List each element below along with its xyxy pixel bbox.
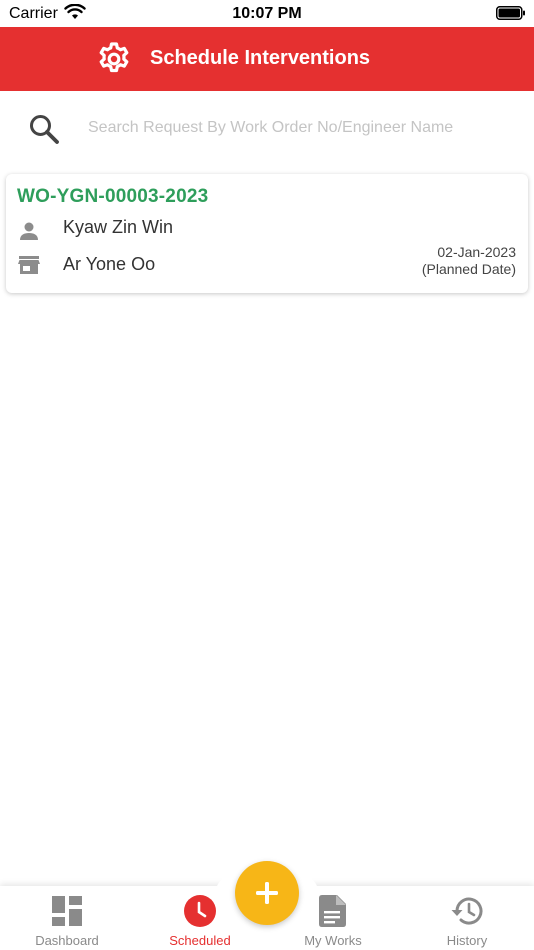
page-title: Schedule Interventions: [150, 47, 371, 69]
nav-item-dashboard[interactable]: Dashboard: [17, 886, 117, 950]
clock-icon: [184, 895, 216, 927]
nav-label-history: History: [446, 933, 488, 948]
person-icon: [20, 222, 38, 240]
nav-label-scheduled: Scheduled: [169, 933, 231, 948]
dashboard-icon: [52, 896, 82, 926]
nav-item-history[interactable]: History: [417, 886, 517, 950]
work-order-number: WO-YGN-00003-2023: [17, 186, 209, 207]
site-name: Ar Yone Oo: [63, 254, 156, 274]
nav-label-my-works: My Works: [304, 933, 362, 948]
history-icon: [451, 897, 483, 925]
app-header: Schedule Interventions: [0, 27, 534, 91]
engineer-name: Kyaw Zin Win: [63, 217, 174, 237]
planned-date-label: (Planned Date): [421, 261, 516, 277]
search-bar: [0, 92, 534, 166]
plus-icon: [256, 882, 278, 904]
work-order-card[interactable]: WO-YGN-00003-2023 Kyaw Zin Win Ar Yone O…: [6, 174, 528, 293]
search-icon: [30, 115, 59, 144]
document-icon: [319, 895, 346, 927]
planned-date: 02-Jan-2023: [437, 244, 516, 260]
store-icon: [18, 256, 40, 274]
add-button[interactable]: [235, 861, 299, 925]
gear-icon[interactable]: [96, 41, 132, 77]
status-bar: Carrier 10:07 PM: [0, 0, 534, 27]
search-input[interactable]: [88, 114, 508, 142]
battery-icon: [496, 6, 525, 20]
clock-time: 10:07 PM: [232, 5, 302, 22]
nav-label-dashboard: Dashboard: [35, 933, 99, 948]
